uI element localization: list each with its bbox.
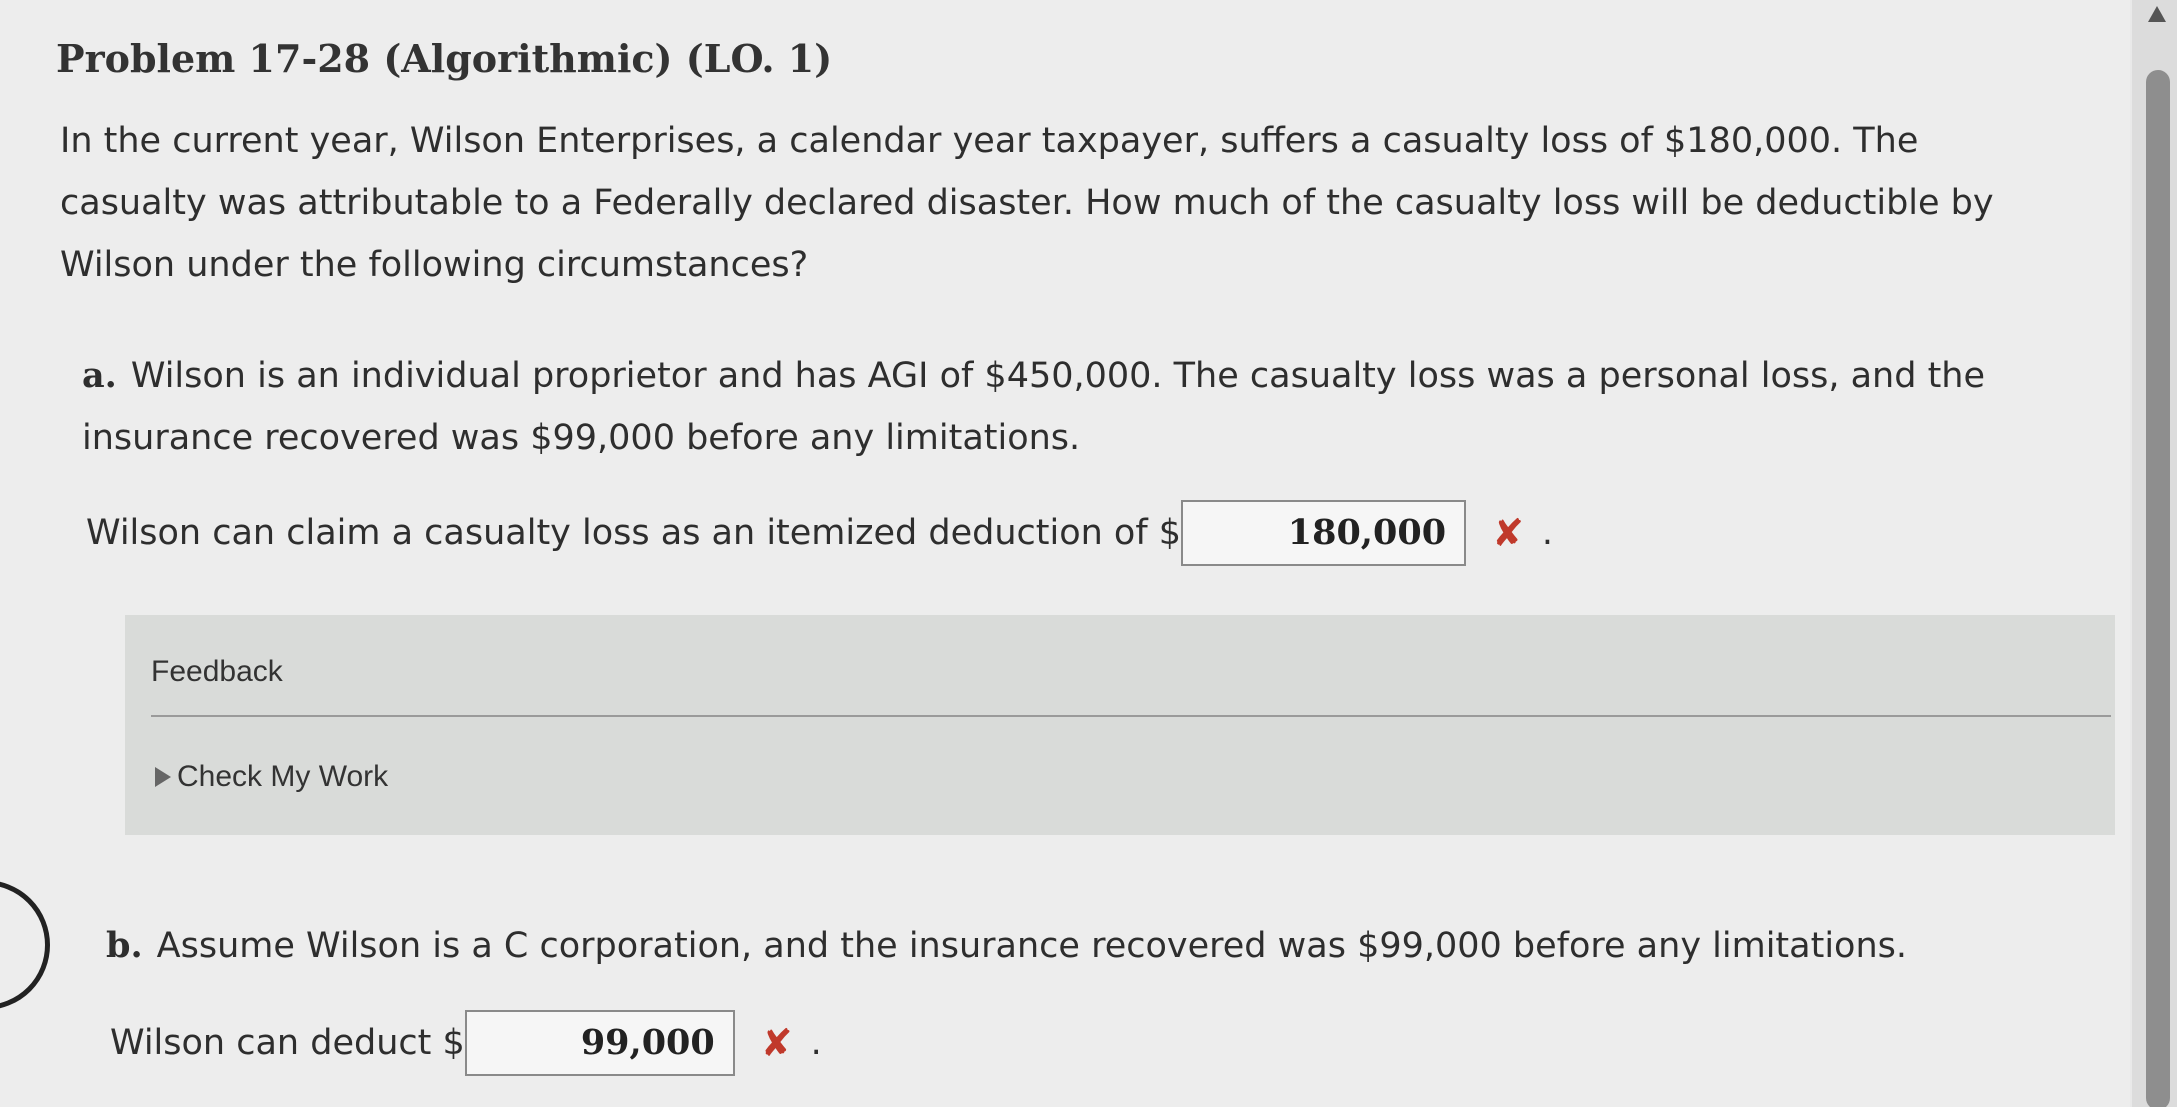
part-a-label: a. [82, 355, 117, 396]
part-b-question: b. Assume Wilson is a C corporation, and … [106, 915, 2086, 977]
part-a-prompt: Wilson can claim a casualty loss as an i… [86, 513, 1182, 553]
problem-intro: In the current year, Wilson Enterprises,… [60, 121, 1994, 285]
part-b-answer-input[interactable]: 99,000 [464, 1010, 735, 1076]
part-a-text: Wilson is an individual proprietor and h… [82, 356, 1986, 458]
incorrect-x-icon: ✘ [760, 1021, 793, 1065]
scroll-up-arrow-icon[interactable] [2148, 6, 2166, 22]
check-my-work-toggle[interactable]: Check My Work [155, 760, 388, 794]
problem-title: Problem 17-28 (Algorithmic) (LO. 1) [56, 36, 833, 81]
part-a-question: a. Wilson is an individual proprietor and… [82, 345, 2062, 469]
incorrect-x-icon: ✘ [1492, 511, 1524, 555]
part-b-text: Assume Wilson is a C corporation, and th… [156, 926, 1907, 966]
part-b-label: b. [106, 925, 143, 966]
part-b-period: . [810, 1023, 822, 1063]
feedback-panel: Feedback Check My Work [125, 615, 2115, 835]
part-a-period: . [1541, 513, 1554, 553]
feedback-divider [151, 715, 2111, 717]
part-a-answer-row: Wilson can claim a casualty loss as an i… [86, 500, 1553, 566]
feedback-title: Feedback [151, 655, 283, 688]
part-b-answer-row: Wilson can deduct $ 99,000 ✘ . [110, 1010, 822, 1076]
problem-page: Problem 17-28 (Algorithmic) (LO. 1) In t… [0, 0, 2130, 1107]
part-a-answer-input[interactable]: 180,000 [1181, 500, 1467, 566]
part-b-prompt: Wilson can deduct $ [110, 1023, 465, 1063]
caret-right-icon [155, 767, 171, 787]
radio-circle-edge [0, 880, 50, 1010]
scrollbar-thumb[interactable] [2146, 70, 2170, 1107]
check-my-work-label: Check My Work [177, 760, 389, 793]
